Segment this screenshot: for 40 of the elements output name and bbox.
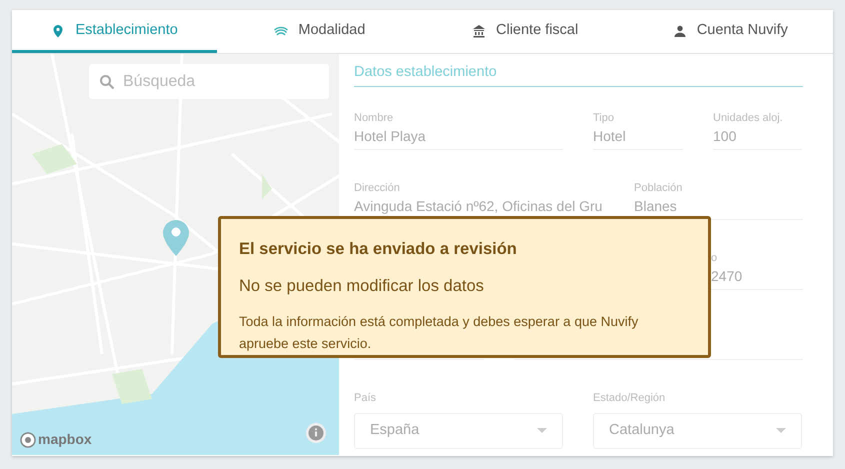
bank-icon (472, 24, 486, 38)
location-pin-icon (162, 219, 190, 257)
tab[interactable]: Modalidad (217, 10, 422, 53)
input-field[interactable]: Tipo Hotel (593, 110, 683, 145)
section-title: Datos establecimiento (354, 62, 803, 87)
field-label: Población (634, 180, 684, 195)
dropdown[interactable]: España (354, 412, 563, 449)
tab[interactable]: Cliente fiscal (422, 10, 628, 53)
field-label: Nombre (354, 110, 394, 125)
input-field[interactable]: o 2470 (711, 250, 803, 285)
info-icon[interactable] (305, 422, 327, 444)
notice-text: Toda la información está completada y debes esperar a que Nuvify apruebe este servicio. (239, 312, 640, 353)
field-value: Hotel Playa (354, 128, 427, 145)
notice-subtitle: No se pueden modificar los datos (239, 276, 485, 297)
field-value: 2470 (711, 268, 744, 285)
field-label: o (711, 250, 718, 265)
field-label: País (354, 390, 378, 405)
search-field[interactable]: Búsqueda (89, 64, 329, 99)
field-label: Tipo (593, 110, 615, 125)
search-icon (99, 74, 115, 90)
input-field[interactable]: Nombre Hotel Playa (354, 110, 563, 145)
field-value: Hotel (593, 128, 627, 145)
field-value: Blanes (634, 198, 678, 215)
dropdown[interactable]: Catalunya (593, 412, 802, 449)
field-value: 100 (713, 128, 738, 145)
caret-icon (537, 428, 547, 434)
field-label: Dirección (354, 180, 401, 195)
caret-icon (776, 428, 786, 434)
signal-arcs-icon (274, 24, 288, 38)
input-field[interactable]: Población Blanes (634, 180, 803, 215)
input-field[interactable]: Dirección Avinguda Estació nº62, Oficinas del Gru (354, 180, 604, 215)
location-pin-icon (51, 24, 66, 38)
field-value: Avinguda Estació nº62, Oficinas del Gru (354, 198, 604, 215)
field-label: Estado/Región (593, 390, 666, 405)
field-label: Unidades aloj. (713, 110, 784, 125)
notice-title: El servicio se ha enviado a revisión (239, 239, 518, 260)
tab[interactable]: Cuenta Nuvify (628, 10, 833, 53)
input-field[interactable]: Unidades aloj. 100 (713, 110, 802, 145)
map-attribution: mapbox (38, 430, 92, 449)
person-icon (672, 24, 687, 38)
